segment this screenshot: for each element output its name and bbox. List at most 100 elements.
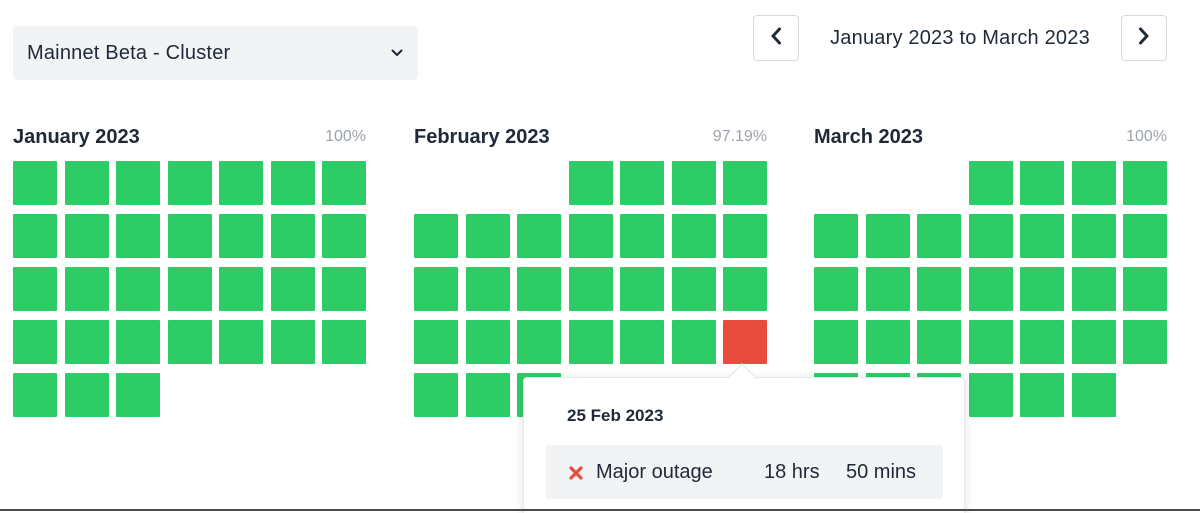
day-cell-operational[interactable] — [414, 214, 458, 258]
day-cell-operational[interactable] — [1020, 161, 1064, 205]
day-cell-operational[interactable] — [865, 320, 910, 364]
day-cell-operational[interactable] — [814, 320, 858, 364]
day-cell-operational[interactable] — [1020, 320, 1064, 364]
day-cell-operational[interactable] — [13, 320, 57, 364]
day-cell-operational[interactable] — [13, 267, 57, 311]
day-cell-operational[interactable] — [568, 320, 613, 364]
day-cell-major-outage[interactable] — [723, 320, 767, 364]
day-cell-operational[interactable] — [167, 267, 212, 311]
day-cell-operational[interactable] — [167, 214, 212, 258]
day-cell-operational[interactable] — [917, 320, 961, 364]
day-cell-operational[interactable] — [517, 214, 561, 258]
day-cell-operational[interactable] — [620, 161, 664, 205]
day-cell-operational[interactable] — [1020, 214, 1064, 258]
day-cell-operational[interactable] — [219, 161, 263, 205]
day-cell-operational[interactable] — [517, 267, 561, 311]
day-cell-operational[interactable] — [116, 214, 160, 258]
day-cell-operational[interactable] — [414, 320, 458, 364]
day-cell-operational[interactable] — [620, 267, 664, 311]
day-cell-operational[interactable] — [1071, 320, 1116, 364]
day-cell-operational[interactable] — [64, 267, 109, 311]
day-blank — [917, 161, 961, 205]
day-cell-operational[interactable] — [1071, 267, 1116, 311]
day-cell-operational[interactable] — [465, 267, 510, 311]
day-cell-operational[interactable] — [116, 373, 160, 417]
day-cell-operational[interactable] — [1020, 267, 1064, 311]
day-cell-operational[interactable] — [116, 320, 160, 364]
previous-range-button[interactable] — [753, 15, 799, 61]
day-cell-operational[interactable] — [322, 161, 366, 205]
cluster-select[interactable]: Mainnet Beta - Cluster — [13, 26, 418, 80]
day-cell-operational[interactable] — [116, 267, 160, 311]
tooltip-date: 25 Feb 2023 — [567, 406, 664, 425]
day-cell-operational[interactable] — [1071, 214, 1116, 258]
day-cell-operational[interactable] — [322, 267, 366, 311]
day-cell-operational[interactable] — [270, 320, 315, 364]
day-cell-operational[interactable] — [671, 320, 716, 364]
day-cell-operational[interactable] — [814, 214, 858, 258]
tooltip-hours: 18 hrs — [764, 460, 820, 483]
day-cell-operational[interactable] — [270, 267, 315, 311]
day-cell-operational[interactable] — [167, 161, 212, 205]
day-cell-operational[interactable] — [968, 214, 1013, 258]
day-cell-operational[interactable] — [517, 320, 561, 364]
day-cell-operational[interactable] — [917, 214, 961, 258]
day-cell-operational[interactable] — [568, 214, 613, 258]
day-cell-operational[interactable] — [723, 214, 767, 258]
day-cell-operational[interactable] — [968, 161, 1013, 205]
day-cell-operational[interactable] — [219, 267, 263, 311]
day-cell-operational[interactable] — [64, 373, 109, 417]
day-cell-operational[interactable] — [13, 373, 57, 417]
day-cell-operational[interactable] — [620, 320, 664, 364]
day-cell-operational[interactable] — [1123, 161, 1167, 205]
day-blank — [866, 161, 910, 205]
day-cell-operational[interactable] — [1071, 373, 1116, 417]
date-range-label: January 2023 to March 2023 — [830, 26, 1090, 49]
day-cell-operational[interactable] — [116, 161, 160, 205]
day-cell-operational[interactable] — [270, 161, 315, 205]
day-cell-operational[interactable] — [465, 214, 510, 258]
day-cell-operational[interactable] — [568, 267, 613, 311]
day-cell-operational[interactable] — [814, 267, 858, 311]
day-cell-operational[interactable] — [723, 161, 767, 205]
day-cell-operational[interactable] — [865, 267, 910, 311]
day-cell-operational[interactable] — [620, 214, 664, 258]
day-cell-operational[interactable] — [723, 267, 767, 311]
day-cell-operational[interactable] — [968, 373, 1013, 417]
day-cell-operational[interactable] — [1123, 320, 1167, 364]
day-cell-operational[interactable] — [414, 267, 458, 311]
day-cell-operational[interactable] — [1071, 161, 1116, 205]
month-january: January 2023 100% — [13, 126, 366, 417]
day-cell-operational[interactable] — [865, 214, 910, 258]
day-cell-operational[interactable] — [414, 373, 458, 417]
x-icon — [568, 464, 584, 480]
day-cell-operational[interactable] — [465, 320, 510, 364]
day-cell-operational[interactable] — [64, 161, 109, 205]
day-cell-operational[interactable] — [13, 161, 57, 205]
day-cell-operational[interactable] — [671, 214, 716, 258]
day-cell-operational[interactable] — [1123, 267, 1167, 311]
day-cell-operational[interactable] — [219, 320, 263, 364]
month-title: March 2023 — [814, 126, 923, 148]
day-cell-operational[interactable] — [968, 267, 1013, 311]
month-uptime: 100% — [325, 128, 366, 145]
day-cell-operational[interactable] — [270, 214, 315, 258]
day-cell-operational[interactable] — [917, 267, 961, 311]
day-cell-operational[interactable] — [167, 320, 212, 364]
day-grid — [13, 161, 366, 417]
day-cell-operational[interactable] — [13, 214, 57, 258]
month-title: February 2023 — [414, 126, 550, 148]
day-cell-operational[interactable] — [968, 320, 1013, 364]
day-cell-operational[interactable] — [322, 214, 366, 258]
day-cell-operational[interactable] — [322, 320, 366, 364]
day-cell-operational[interactable] — [568, 161, 613, 205]
day-cell-operational[interactable] — [671, 161, 716, 205]
next-range-button[interactable] — [1121, 15, 1167, 61]
day-cell-operational[interactable] — [64, 320, 109, 364]
day-cell-operational[interactable] — [219, 214, 263, 258]
day-cell-operational[interactable] — [465, 373, 510, 417]
day-cell-operational[interactable] — [671, 267, 716, 311]
day-cell-operational[interactable] — [1020, 373, 1064, 417]
day-cell-operational[interactable] — [1123, 214, 1167, 258]
day-cell-operational[interactable] — [64, 214, 109, 258]
